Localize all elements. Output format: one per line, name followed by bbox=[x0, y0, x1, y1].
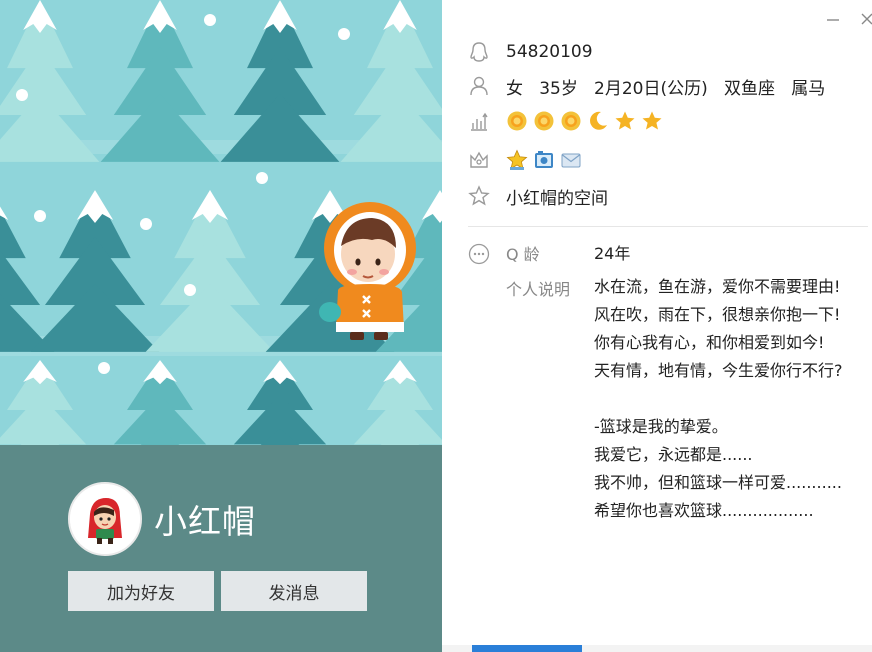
more-icon[interactable] bbox=[468, 243, 490, 265]
winter-cover-image bbox=[0, 0, 442, 445]
penguin-icon bbox=[470, 42, 488, 62]
nickname: 小红帽 bbox=[154, 502, 256, 541]
divider bbox=[468, 226, 868, 227]
snow-dot bbox=[256, 172, 268, 184]
qq-number: 54820109 bbox=[506, 42, 593, 62]
profile-info-panel: 54820109 女 35岁 2月20日(公历) 双鱼座 属马 小红帽的空间 Q… bbox=[442, 0, 872, 652]
service-badges[interactable] bbox=[506, 149, 582, 171]
bio-line: 我不帅，但和篮球一样可爱........... bbox=[594, 473, 842, 492]
taskbar-item[interactable] bbox=[472, 645, 582, 652]
sun-icon bbox=[534, 111, 554, 131]
bio-line bbox=[594, 385, 864, 413]
minimize-button[interactable] bbox=[822, 8, 844, 30]
level-badges[interactable] bbox=[506, 110, 663, 132]
minus-icon bbox=[827, 19, 839, 21]
bio-line: -篮球是我的挚爱。 bbox=[594, 417, 728, 436]
snow-dot bbox=[16, 89, 28, 101]
moon-icon bbox=[590, 111, 607, 130]
little-red-riding-hood-avatar-icon bbox=[70, 484, 140, 554]
bio-line: 风在吹，雨在下，很想亲你抱一下! bbox=[594, 305, 841, 324]
taskbar-strip bbox=[442, 645, 872, 652]
star-icon bbox=[642, 111, 662, 130]
star-outline-icon bbox=[468, 185, 490, 206]
camera-badge-icon bbox=[535, 151, 553, 168]
q-age-label: Q 龄 bbox=[506, 245, 540, 264]
user-icon bbox=[470, 76, 488, 96]
snow-dot bbox=[204, 14, 216, 26]
bio-line: 希望你也喜欢篮球.................. bbox=[594, 501, 814, 520]
snow-dot bbox=[98, 362, 110, 374]
bio-text: 水在流，鱼在游，爱你不需要理由! 风在吹，雨在下，很想亲你抱一下! 你有心我有心，和… bbox=[594, 273, 864, 525]
bio-line: 你有心我有心，和你相爱到如今! bbox=[594, 333, 825, 352]
winter-forest-illustration bbox=[0, 0, 442, 445]
snow-dot bbox=[140, 218, 152, 230]
star-icon bbox=[615, 111, 635, 130]
avatar[interactable] bbox=[68, 482, 142, 556]
bio-line: 天有情，地有情，今生爱你行不行? bbox=[594, 361, 843, 380]
eskimo-child-illustration bbox=[319, 202, 416, 340]
sun-icon bbox=[507, 111, 527, 131]
level-chart-icon bbox=[471, 112, 488, 131]
profile-cover-panel: 小红帽 加为好友 发消息 bbox=[0, 0, 442, 652]
bio-line: 水在流，鱼在游，爱你不需要理由! bbox=[594, 277, 841, 296]
space-link[interactable]: 小红帽的空间 bbox=[506, 184, 608, 209]
profile-bar bbox=[0, 445, 442, 652]
q-age-value: 24年 bbox=[594, 244, 631, 263]
snow-dot bbox=[184, 284, 196, 296]
send-message-button[interactable]: 发消息 bbox=[221, 571, 367, 611]
mail-badge-icon bbox=[561, 153, 581, 168]
bio-line: 我爱它，永远都是...... bbox=[594, 445, 753, 464]
crown-icon bbox=[470, 151, 488, 168]
sun-icon bbox=[561, 111, 581, 131]
bio-label: 个人说明 bbox=[506, 280, 571, 299]
close-icon bbox=[861, 13, 872, 25]
add-friend-button[interactable]: 加为好友 bbox=[68, 571, 214, 611]
close-button[interactable] bbox=[856, 8, 872, 30]
snow-dot bbox=[338, 28, 350, 40]
star-badge-icon bbox=[506, 149, 528, 170]
basic-info: 女 35岁 2月20日(公历) 双鱼座 属马 bbox=[506, 78, 826, 99]
snow-dot bbox=[34, 210, 46, 222]
